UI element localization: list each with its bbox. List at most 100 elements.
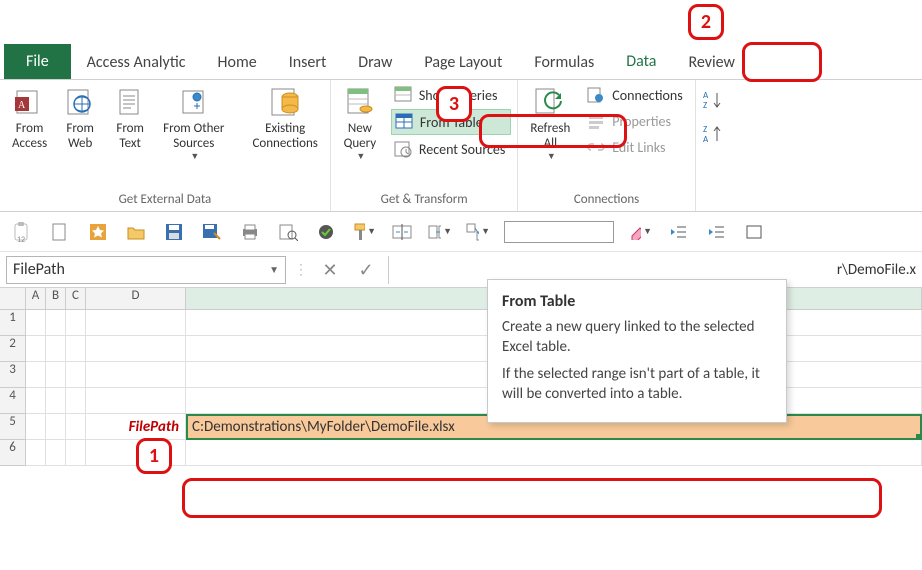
edit-links-icon [586,137,606,157]
group-get-transform: New Query ▼ Show Queries From Table [331,80,519,211]
other-sources-icon [177,85,211,119]
svg-text:A: A [703,134,709,145]
new-query-button[interactable]: New Query ▼ [337,83,383,164]
svg-text:12: 12 [17,235,25,242]
col-B[interactable]: B [46,288,66,310]
refresh-all-label: Refresh All [530,122,570,152]
from-access-button[interactable]: A From Access [6,83,53,154]
tooltip-text-2: If the selected range isn't part of a ta… [502,364,772,405]
group-connections: Refresh All ▼ Connections Properties [518,80,695,211]
group-label-connections: Connections [574,190,639,209]
ribbon-tabs: File Access Analytic Home Insert Draw Pa… [0,0,922,80]
from-text-button[interactable]: From Text [107,83,153,154]
recent-sources-icon [393,139,413,159]
chevron-down-icon: ▼ [356,152,365,162]
from-text-label: From Text [116,122,144,152]
tab-page-layout[interactable]: Page Layout [408,44,518,79]
col-A[interactable]: A [26,288,46,310]
group-cells-icon[interactable]: ▼ [466,220,490,244]
tab-draw[interactable]: Draw [342,44,408,79]
properties-button[interactable]: Properties [584,109,688,133]
decrease-indent-icon[interactable] [666,220,690,244]
connections-label: Connections [612,87,682,104]
increase-indent-icon[interactable] [704,220,728,244]
properties-icon [586,111,606,131]
existing-connections-icon [268,85,302,119]
show-queries-button[interactable]: Show Queries [391,83,512,107]
from-web-button[interactable]: From Web [57,83,103,154]
chevron-down-icon: ▼ [190,152,199,162]
ribbon-body: A From Access From Web From Text [0,80,922,212]
tab-access-analytic[interactable]: Access Analytic [71,44,202,79]
save-icon[interactable] [162,220,186,244]
spellcheck-icon[interactable] [314,220,338,244]
show-queries-label: Show Queries [419,87,498,104]
row-2[interactable]: 2 [0,336,26,362]
row-5[interactable]: 5 [0,414,26,440]
new-query-label: New Query [344,122,377,152]
sort-az-icon[interactable]: AZ [702,89,724,115]
col-D[interactable]: D [86,288,186,310]
qat-search-input[interactable] [504,221,614,243]
merge-icon[interactable]: ▼ [428,220,452,244]
refresh-all-button[interactable]: Refresh All ▼ [524,83,576,164]
access-icon: A [13,85,47,119]
name-box-value: FilePath [13,260,65,279]
clipboard-icon[interactable]: 12 [10,220,34,244]
new-query-icon [343,85,377,119]
from-other-button[interactable]: From Other Sources ▼ [157,83,230,164]
connections-button[interactable]: Connections [584,83,688,107]
col-C[interactable]: C [66,288,86,310]
edit-links-label: Edit Links [612,139,665,156]
existing-connections-label: Existing Connections [252,122,317,152]
web-icon [63,85,97,119]
chevron-down-icon: ▼ [547,152,556,162]
row-1[interactable]: 1 [0,310,26,336]
edit-links-button[interactable]: Edit Links [584,135,688,159]
tab-home[interactable]: Home [202,44,273,79]
from-web-label: From Web [66,122,94,152]
svg-text:Z: Z [703,100,707,111]
center-across-icon[interactable] [390,220,414,244]
cell-D5-label[interactable]: FilePath [86,414,186,440]
new-file-icon[interactable] [48,220,72,244]
tab-formulas[interactable]: Formulas [518,44,610,79]
refresh-icon [533,85,567,119]
from-table-button[interactable]: From Table [391,109,512,135]
tab-insert[interactable]: Insert [273,44,343,79]
from-table-icon [394,112,414,132]
show-queries-icon [393,85,413,105]
annotation-filepath-cell [182,478,882,518]
name-box[interactable]: FilePath ▼ [6,256,286,284]
row-6[interactable]: 6 [0,440,26,466]
open-icon[interactable] [124,220,148,244]
borders-icon[interactable] [742,220,766,244]
save-as-icon[interactable] [200,220,224,244]
recent-sources-label: Recent Sources [419,141,506,158]
favorite-icon[interactable] [86,220,110,244]
connections-icon [586,85,606,105]
chevron-down-icon[interactable]: ▼ [269,263,279,276]
tooltip-text-1: Create a new query linked to the selecte… [502,317,772,358]
row-3[interactable]: 3 [0,362,26,388]
accept-formula-button[interactable]: ✓ [352,259,380,281]
tab-data[interactable]: Data [610,44,672,79]
cancel-formula-button[interactable]: ✕ [316,259,344,281]
from-other-label: From Other Sources [163,122,224,152]
row-4[interactable]: 4 [0,388,26,414]
tab-review[interactable]: Review [672,44,751,79]
existing-connections-button[interactable]: Existing Connections [246,83,323,154]
select-all-corner[interactable] [0,288,26,310]
svg-text:A: A [18,100,26,111]
sort-za-icon[interactable]: ZA [702,123,724,149]
format-painter-icon[interactable]: ▼ [352,220,376,244]
eraser-icon[interactable]: ▼ [628,220,652,244]
tab-file[interactable]: File [4,44,71,79]
tooltip-title: From Table [502,292,772,311]
print-preview-icon[interactable] [276,220,300,244]
quick-print-icon[interactable] [238,220,262,244]
from-table-label: From Table [420,114,483,131]
group-get-external: A From Access From Web From Text [0,80,331,211]
from-access-label: From Access [12,122,47,152]
recent-sources-button[interactable]: Recent Sources [391,137,512,161]
